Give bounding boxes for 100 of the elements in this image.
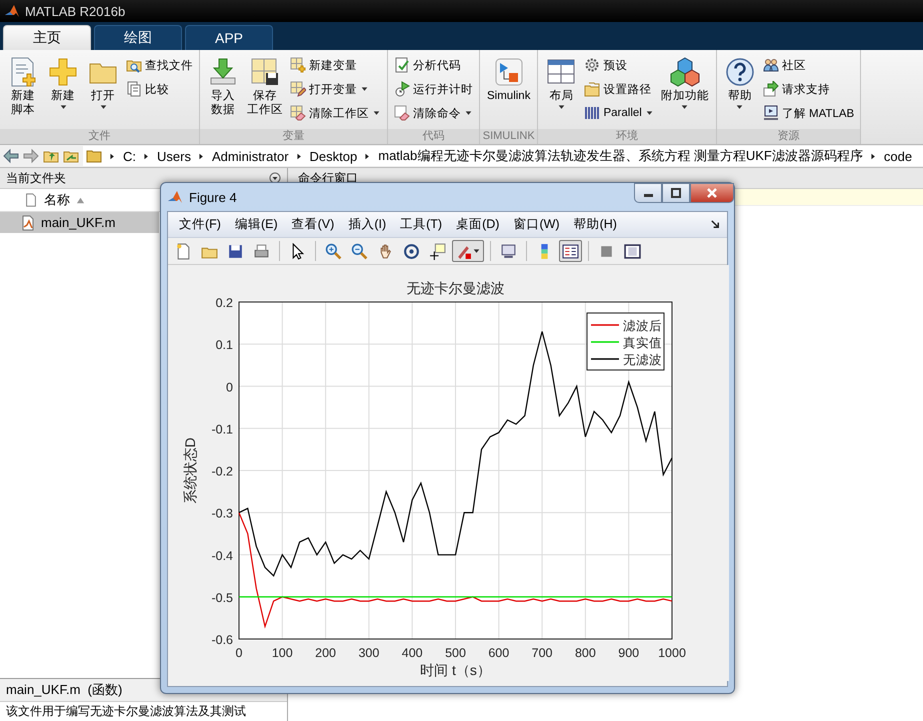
minimize-button[interactable] bbox=[634, 183, 662, 203]
ribbon-button[interactable]: 新建变量 bbox=[290, 54, 381, 76]
ribbon-button[interactable]: 社区 bbox=[762, 54, 854, 76]
forward-arrow-icon[interactable] bbox=[23, 148, 39, 164]
back-arrow-icon[interactable] bbox=[3, 148, 19, 164]
tick-label: 0 bbox=[226, 380, 233, 394]
ribbon-button[interactable]: 分析代码 bbox=[394, 54, 473, 76]
sort-ascending-icon bbox=[76, 196, 85, 204]
ribbon-button[interactable]: 清除命令 bbox=[394, 102, 473, 124]
script-file-icon bbox=[20, 214, 36, 230]
tick-label: 1000 bbox=[658, 646, 686, 660]
ribbon-button[interactable]: Simulink bbox=[484, 54, 534, 105]
menu-item[interactable]: 查看(V) bbox=[284, 216, 342, 233]
plus-icon bbox=[47, 56, 79, 88]
people-icon bbox=[762, 57, 779, 73]
menu-item[interactable]: 窗口(W) bbox=[506, 216, 567, 233]
close-button[interactable] bbox=[690, 183, 734, 203]
ribbon-button[interactable]: 运行并计时 bbox=[394, 78, 473, 100]
chart-title: 无迹卡尔曼滤波 bbox=[406, 280, 504, 296]
tick-label: -0.4 bbox=[211, 548, 233, 563]
menu-item[interactable]: 编辑(E) bbox=[228, 216, 285, 233]
cubes-icon bbox=[668, 56, 701, 88]
menu-item[interactable]: 工具(T) bbox=[393, 216, 450, 233]
legend-label: 滤波后 bbox=[623, 319, 662, 333]
ribbon-button[interactable]: 了解 MATLAB bbox=[762, 102, 854, 124]
ribbon-button[interactable]: 新建 bbox=[44, 54, 82, 113]
tick-label: 200 bbox=[315, 646, 336, 660]
file-description: 该文件用于编写无迹卡尔曼滤波算法及其测试 bbox=[5, 703, 247, 720]
eraser-icon bbox=[290, 105, 306, 121]
ribbon-button[interactable]: 帮助 bbox=[720, 54, 759, 113]
window-title: MATLAB R2016b bbox=[25, 4, 126, 18]
tick-label: 0.1 bbox=[216, 338, 233, 352]
documents-icon bbox=[126, 81, 142, 97]
ribbon-button[interactable]: 预设 bbox=[584, 54, 654, 76]
breadcrumb-arrow-icon bbox=[296, 152, 303, 160]
ribbon-button[interactable]: 布局 bbox=[542, 54, 580, 113]
breadcrumb-arrow-icon bbox=[870, 152, 877, 160]
window-icon bbox=[624, 242, 641, 260]
monitor-icon bbox=[762, 105, 779, 121]
breadcrumb-item[interactable]: Users bbox=[157, 148, 191, 164]
menu-item[interactable]: 文件(F) bbox=[172, 216, 228, 233]
group-label: SIMULINK bbox=[480, 129, 538, 144]
ribbon-button[interactable]: Parallel bbox=[584, 102, 654, 124]
tick-label: 700 bbox=[532, 646, 553, 660]
folders-icon bbox=[584, 81, 600, 97]
breadcrumb-item[interactable]: matlab编程无迹卡尔曼滤波算法轨迹发生器、系统方程 测量方程UKF滤波器源码程序 bbox=[378, 147, 863, 165]
tick-label: -0.3 bbox=[211, 506, 233, 521]
ribbon-button[interactable]: 新建 脚本 bbox=[4, 54, 42, 119]
bars-icon bbox=[584, 105, 600, 121]
ribbon-button[interactable]: 请求支持 bbox=[762, 78, 854, 100]
tick-label: 300 bbox=[358, 646, 380, 660]
ribbon-button[interactable]: 导入 数据 bbox=[204, 54, 242, 119]
breadcrumb-item[interactable]: Administrator bbox=[212, 148, 289, 164]
column-header[interactable]: 名称 bbox=[44, 191, 70, 209]
ribbon-button[interactable]: 附加功能 bbox=[658, 54, 712, 113]
toolbar-button[interactable] bbox=[559, 240, 582, 262]
group-label: 环境 bbox=[538, 129, 716, 144]
maximize-button[interactable] bbox=[662, 183, 690, 203]
menu-item[interactable]: 插入(I) bbox=[341, 216, 394, 233]
ribbon-button[interactable]: 保存 工作区 bbox=[244, 54, 286, 119]
legend-icon bbox=[562, 242, 579, 260]
ribbon-button[interactable]: 清除工作区 bbox=[290, 102, 381, 124]
ribbon-button[interactable]: 查找文件 bbox=[126, 54, 193, 76]
tick-label: -0.2 bbox=[211, 464, 233, 478]
tick-label: 0 bbox=[236, 646, 242, 660]
ribbon-tab[interactable]: 绘图 bbox=[94, 25, 182, 50]
new-variable-icon bbox=[290, 57, 306, 73]
tick-label: -0.6 bbox=[211, 633, 233, 647]
axis-label: 时间 t（s） bbox=[420, 662, 491, 678]
ribbon-tab[interactable]: APP bbox=[185, 25, 273, 50]
dock-arrow-icon[interactable] bbox=[710, 219, 721, 230]
block-diagram-icon bbox=[492, 56, 525, 88]
close-icon bbox=[706, 187, 718, 199]
legend-label: 真实值 bbox=[623, 336, 662, 350]
zoom-in-icon bbox=[325, 242, 342, 260]
file-row[interactable]: main_UKF.m bbox=[0, 212, 159, 233]
group-label: 文件 bbox=[0, 129, 199, 144]
ribbon-tab[interactable]: 主页 bbox=[3, 25, 91, 50]
tick-label: 500 bbox=[445, 646, 466, 660]
ribbon-button[interactable]: 比较 bbox=[126, 78, 193, 100]
breadcrumb-item[interactable]: code bbox=[884, 148, 912, 164]
panel-title: 当前文件夹 bbox=[6, 170, 66, 186]
tick-label: 100 bbox=[272, 646, 293, 660]
ribbon-button[interactable]: 打开 bbox=[84, 54, 122, 113]
group-label: 资源 bbox=[716, 129, 860, 144]
rotate-icon bbox=[403, 242, 420, 260]
breadcrumb-arrow-icon bbox=[198, 152, 205, 160]
variable-pencil-icon bbox=[290, 81, 306, 97]
breadcrumb-item[interactable]: Desktop bbox=[310, 148, 358, 164]
save-workspace-icon bbox=[249, 56, 281, 88]
menu-item[interactable]: 帮助(H) bbox=[566, 216, 624, 233]
ribbon-button[interactable]: 设置路径 bbox=[584, 78, 654, 100]
legend-label: 无滤波 bbox=[623, 353, 662, 367]
tick-label: 900 bbox=[618, 646, 640, 660]
breadcrumb-item[interactable]: C: bbox=[123, 148, 136, 164]
menu-item[interactable]: 桌面(D) bbox=[449, 216, 506, 233]
app-logo-icon bbox=[167, 189, 183, 205]
checked-document-icon bbox=[394, 57, 410, 73]
ribbon-button[interactable]: 打开变量 bbox=[290, 78, 381, 100]
tick-label: -0.1 bbox=[211, 422, 233, 436]
